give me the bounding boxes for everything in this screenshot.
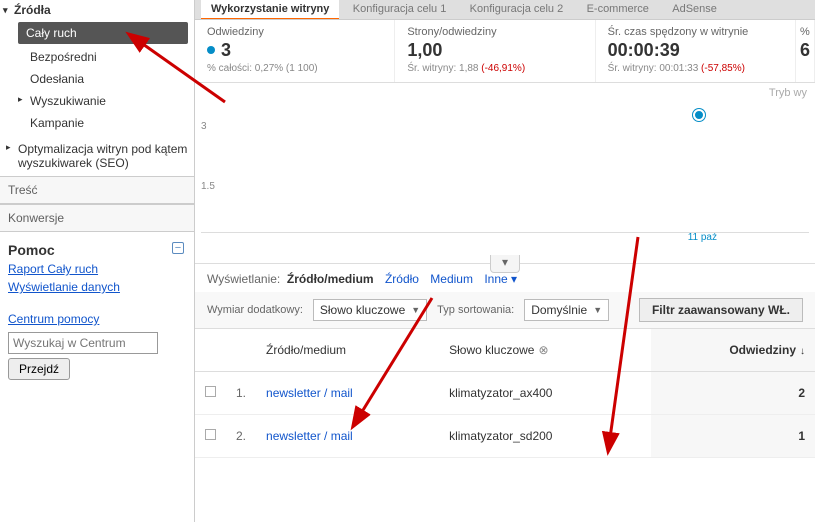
- chart-ytick-3: 3: [201, 121, 207, 132]
- display-label: Wyświetlanie:: [207, 272, 280, 286]
- top-tabs: Wykorzystanie witryny Konfiguracja celu …: [195, 0, 815, 20]
- main-content: Wykorzystanie witryny Konfiguracja celu …: [195, 0, 815, 522]
- secondary-dim-label: Wymiar dodatkowy:: [207, 304, 303, 316]
- help-collapse-icon[interactable]: −: [172, 242, 184, 254]
- caret-down-icon: ▾: [511, 272, 517, 286]
- display-opt-medium[interactable]: Medium: [430, 272, 473, 286]
- nav-item-all-traffic[interactable]: Cały ruch: [18, 22, 188, 44]
- metric-time[interactable]: Śr. czas spędzony w witrynie 00:00:39 Śr…: [596, 20, 796, 82]
- help-link-display[interactable]: Wyświetlanie danych: [8, 280, 184, 294]
- help-box: Pomoc − Raport Cały ruch Wyświetlanie da…: [0, 232, 194, 390]
- chart-point[interactable]: [693, 109, 705, 121]
- row-keyword: klimatyzator_ax400: [439, 372, 651, 415]
- row-index: 1.: [226, 372, 256, 415]
- metric-visits[interactable]: Odwiedziny 3 % całości: 0,27% (1 100): [195, 20, 395, 82]
- help-link-center[interactable]: Centrum pomocy: [8, 312, 184, 326]
- table-row: 2. newsletter / mail klimatyzator_sd200 …: [195, 415, 815, 458]
- metric-visits-value: 3: [221, 40, 231, 60]
- chart[interactable]: 3 1.5 11 paź ▾: [195, 99, 815, 264]
- chart-xtick: 11 paź: [688, 232, 717, 243]
- nav-item-search[interactable]: Wyszukiwanie: [0, 90, 194, 112]
- sort-type-label: Typ sortowania:: [437, 304, 514, 316]
- row-visits: 2: [651, 372, 815, 415]
- chart-expand-handle[interactable]: ▾: [490, 255, 520, 273]
- help-link-report[interactable]: Raport Cały ruch: [8, 262, 184, 276]
- metric-partial: % 6: [796, 20, 815, 82]
- chart-ytick-1-5: 1.5: [201, 181, 215, 192]
- metric-pages-sub: Śr. witryny: 1,88 (-46,91%): [407, 63, 582, 74]
- col-keyword[interactable]: Słowo kluczowe⊗: [439, 329, 651, 372]
- metric-pages-value: 1,00: [407, 40, 582, 61]
- help-go-button[interactable]: Przejdź: [8, 358, 70, 380]
- row-keyword: klimatyzator_sd200: [439, 415, 651, 458]
- row-visits: 1: [651, 415, 815, 458]
- metrics-row: Odwiedziny 3 % całości: 0,27% (1 100) St…: [195, 20, 815, 83]
- display-opt-source-medium[interactable]: Źródło/medium: [287, 272, 374, 286]
- caret-down-icon: ▼: [411, 305, 420, 315]
- sort-type-dropdown[interactable]: Domyślnie▼: [524, 299, 609, 321]
- filter-row: Wymiar dodatkowy: Słowo kluczowe▼ Typ so…: [195, 292, 815, 329]
- data-table: Źródło/medium Słowo kluczowe⊗ Odwiedziny…: [195, 329, 815, 458]
- remove-column-icon[interactable]: ⊗: [538, 343, 548, 357]
- tab-goal2[interactable]: Konfiguracja celu 2: [460, 0, 574, 18]
- metric-time-label: Śr. czas spędzony w witrynie: [608, 26, 783, 38]
- caret-down-icon: ▼: [593, 305, 602, 315]
- display-opt-source[interactable]: Źródło: [385, 272, 419, 286]
- row-checkbox[interactable]: [205, 386, 216, 397]
- metric-dot-icon: [207, 46, 215, 54]
- mode-label: Tryb wy: [195, 83, 815, 99]
- tab-goal1[interactable]: Konfiguracja celu 1: [343, 0, 457, 18]
- table-row: 1. newsletter / mail klimatyzator_ax400 …: [195, 372, 815, 415]
- metric-visits-sub: % całości: 0,27% (1 100): [207, 63, 382, 74]
- row-source-link[interactable]: newsletter / mail: [266, 429, 353, 443]
- secondary-dim-dropdown[interactable]: Słowo kluczowe▼: [313, 299, 427, 321]
- sidebar: Źródła Cały ruch Bezpośredni Odesłania W…: [0, 0, 195, 522]
- advanced-filter-button[interactable]: Filtr zaawansowany WŁ.: [639, 298, 803, 322]
- nav-section-content[interactable]: Treść: [0, 176, 194, 204]
- tab-adsense[interactable]: AdSense: [662, 0, 727, 18]
- metric-time-sub: Śr. witryny: 00:01:33 (-57,85%): [608, 63, 783, 74]
- tab-usage[interactable]: Wykorzystanie witryny: [201, 0, 339, 20]
- nav-item-referrals[interactable]: Odesłania: [0, 68, 194, 90]
- nav-section-conversions[interactable]: Konwersje: [0, 204, 194, 232]
- col-source-medium[interactable]: Źródło/medium: [256, 329, 439, 372]
- nav-section-sources[interactable]: Źródła: [0, 0, 194, 20]
- help-title: Pomoc: [8, 242, 55, 258]
- row-checkbox[interactable]: [205, 429, 216, 440]
- metric-visits-label: Odwiedziny: [207, 26, 382, 38]
- chart-baseline: [201, 232, 809, 233]
- metric-time-value: 00:00:39: [608, 40, 783, 61]
- nav-item-seo[interactable]: Optymalizacja witryn pod kątem wyszukiwa…: [0, 138, 194, 174]
- tab-ecommerce[interactable]: E-commerce: [577, 0, 659, 18]
- display-opt-other[interactable]: Inne ▾: [484, 272, 517, 286]
- row-source-link[interactable]: newsletter / mail: [266, 386, 353, 400]
- metric-pages[interactable]: Strony/odwiedziny 1,00 Śr. witryny: 1,88…: [395, 20, 595, 82]
- help-search-input[interactable]: [8, 332, 158, 354]
- row-index: 2.: [226, 415, 256, 458]
- nav-item-direct[interactable]: Bezpośredni: [0, 46, 194, 68]
- nav-item-campaigns[interactable]: Kampanie: [0, 112, 194, 134]
- metric-pages-label: Strony/odwiedziny: [407, 26, 582, 38]
- col-visits[interactable]: Odwiedziny↓: [651, 329, 815, 372]
- sort-desc-icon: ↓: [800, 346, 805, 357]
